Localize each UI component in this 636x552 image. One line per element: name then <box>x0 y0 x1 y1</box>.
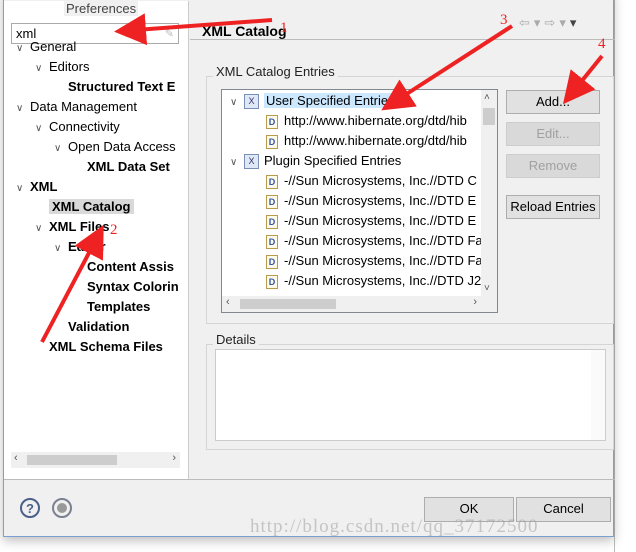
annotation-2: 2 <box>110 222 118 238</box>
annotation-3: 3 <box>500 12 508 28</box>
arrow-3 <box>381 24 514 111</box>
window-title: Preferences <box>64 1 139 16</box>
annotation-arrows <box>40 13 604 343</box>
annotation-4: 4 <box>598 36 606 52</box>
arrow-4 <box>562 54 604 105</box>
annotation-1: 1 <box>280 20 288 36</box>
arrow-2 <box>40 224 104 343</box>
arrow-1 <box>114 13 273 46</box>
